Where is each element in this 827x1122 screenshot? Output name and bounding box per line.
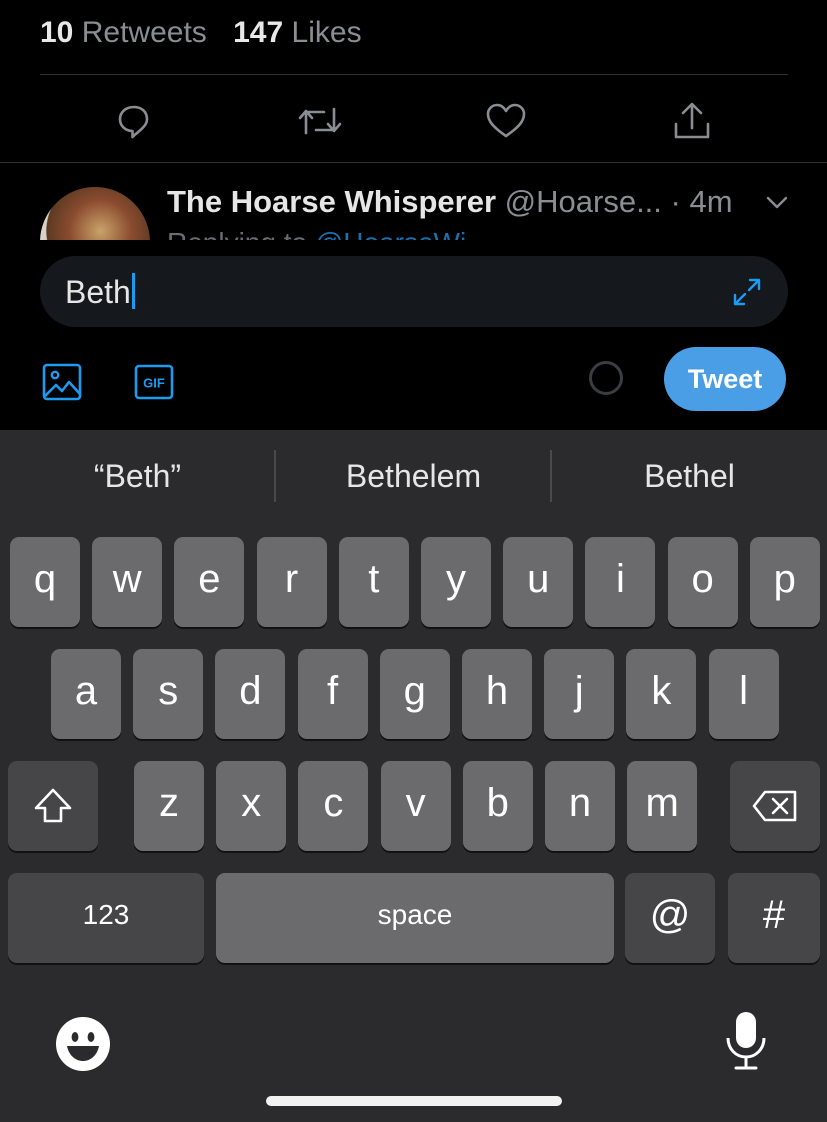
key-n[interactable]: n	[545, 761, 615, 851]
character-count-ring	[589, 361, 623, 395]
key-u[interactable]: u	[503, 537, 574, 627]
retweet-button[interactable]	[295, 96, 345, 146]
compose-bar: Beth GIF Tweet	[0, 240, 827, 430]
expand-icon[interactable]	[731, 276, 763, 308]
divider	[40, 74, 788, 75]
keyboard: “Beth” Bethelem Bethel qwertyuiop asdfgh…	[0, 430, 827, 1122]
key-q[interactable]: q	[10, 537, 80, 627]
reply-icon	[118, 105, 149, 139]
likes-count[interactable]: 147	[233, 16, 283, 49]
suggestion-3[interactable]: Bethel	[552, 450, 827, 502]
reply-header: The Hoarse Whisperer @Hoarse... · 4m	[167, 183, 733, 221]
share-icon	[674, 102, 710, 139]
replying-handle[interactable]: @HoarseWi...	[315, 227, 490, 240]
retweets-label[interactable]: Retweets	[82, 16, 207, 49]
delete-key[interactable]	[730, 761, 820, 851]
key-y[interactable]: y	[421, 537, 491, 627]
key-x[interactable]: x	[216, 761, 287, 851]
suggestion-2[interactable]: Bethelem	[276, 450, 551, 502]
replying-to: Replying to @HoarseWi...	[167, 227, 490, 240]
key-j[interactable]: j	[544, 649, 615, 739]
chevron-down-icon[interactable]	[765, 193, 789, 213]
key-e[interactable]: e	[174, 537, 245, 627]
replying-prefix: Replying to	[167, 227, 307, 240]
shift-key[interactable]	[8, 761, 98, 851]
reply-author-name[interactable]: The Hoarse Whisperer	[167, 184, 496, 219]
suggestion-bar: “Beth” Bethelem Bethel	[0, 450, 827, 502]
key-b[interactable]: b	[462, 761, 533, 851]
reply-input-text[interactable]: Beth	[65, 273, 135, 311]
image-icon	[42, 363, 82, 401]
key-h[interactable]: h	[462, 649, 532, 739]
reply-author-handle: @Hoarse...	[504, 184, 662, 219]
key-s[interactable]: s	[133, 649, 204, 739]
at-key[interactable]: @	[625, 873, 715, 963]
key-f[interactable]: f	[297, 649, 368, 739]
hash-key[interactable]: #	[728, 873, 820, 963]
text-caret	[131, 273, 135, 309]
likes-label[interactable]: Likes	[292, 16, 362, 49]
tweet-button[interactable]: Tweet	[664, 347, 786, 411]
add-gif-button[interactable]: GIF	[134, 362, 174, 402]
tweet-actions	[0, 96, 827, 146]
key-g[interactable]: g	[379, 649, 450, 739]
key-l[interactable]: l	[708, 649, 779, 739]
home-indicator[interactable]	[266, 1096, 562, 1106]
share-button[interactable]	[667, 96, 717, 146]
reply-tweet[interactable]: The Hoarse Whisperer @Hoarse... · 4m Rep…	[0, 163, 827, 240]
space-key[interactable]: space	[216, 873, 614, 963]
avatar[interactable]	[40, 187, 150, 240]
retweets-count[interactable]: 10	[40, 16, 73, 49]
key-w[interactable]: w	[92, 537, 163, 627]
reply-input[interactable]: Beth	[40, 256, 788, 327]
emoji-icon[interactable]	[55, 1016, 111, 1072]
key-v[interactable]: v	[380, 761, 451, 851]
key-m[interactable]: m	[627, 761, 698, 851]
retweet-icon	[298, 107, 342, 135]
suggestion-1[interactable]: “Beth”	[0, 450, 275, 502]
like-button[interactable]	[481, 96, 531, 146]
key-p[interactable]: p	[749, 537, 820, 627]
key-a[interactable]: a	[51, 649, 121, 739]
add-image-button[interactable]	[42, 362, 82, 402]
shift-icon	[34, 788, 72, 823]
microphone-icon[interactable]	[722, 1010, 770, 1072]
gif-label: GIF	[143, 376, 165, 391]
key-k[interactable]: k	[626, 649, 697, 739]
like-icon	[486, 103, 526, 138]
numbers-key[interactable]: 123	[8, 873, 204, 963]
key-t[interactable]: t	[338, 537, 409, 627]
reply-button[interactable]	[109, 96, 159, 146]
key-r[interactable]: r	[256, 537, 327, 627]
key-d[interactable]: d	[215, 649, 286, 739]
key-c[interactable]: c	[298, 761, 369, 851]
key-o[interactable]: o	[667, 537, 738, 627]
tweet-stats: 10 Retweets 147 Likes	[40, 14, 362, 52]
backspace-icon	[752, 790, 797, 822]
reply-time: · 4m	[670, 184, 733, 219]
key-i[interactable]: i	[585, 537, 656, 627]
key-z[interactable]: z	[134, 761, 204, 851]
gif-icon: GIF	[134, 364, 174, 400]
